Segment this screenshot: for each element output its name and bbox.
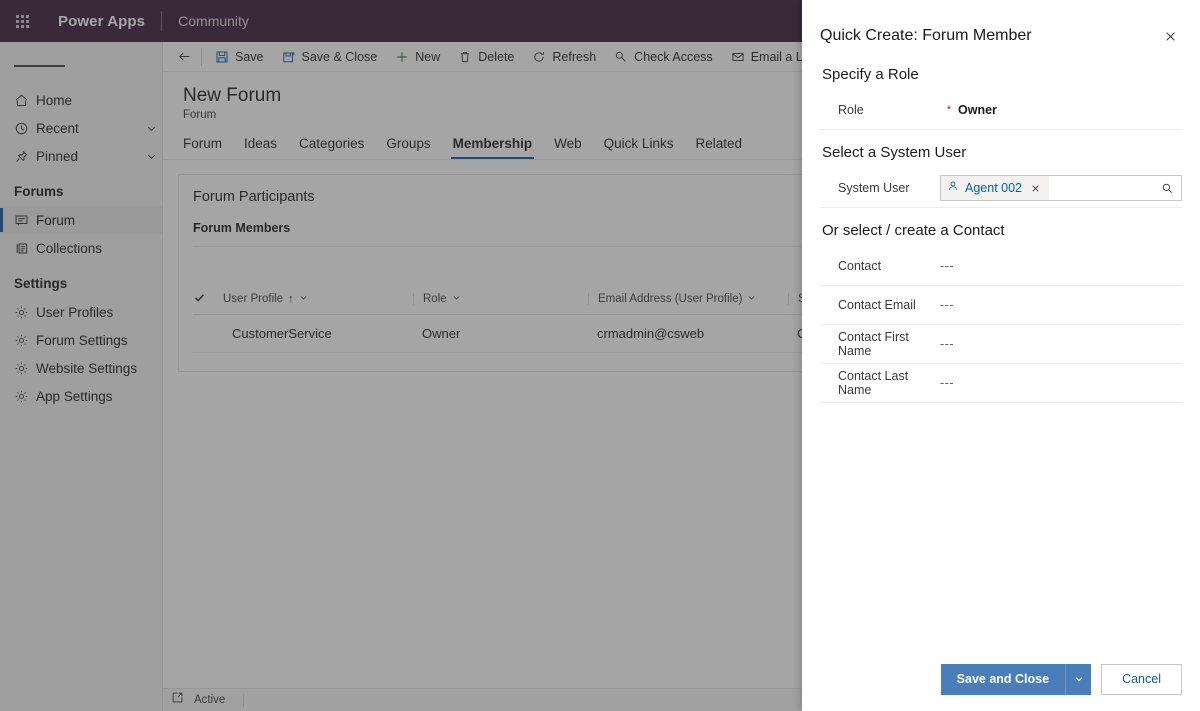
contact-last-name-value[interactable]: --- <box>940 376 954 390</box>
role-value[interactable]: Owner <box>958 103 997 117</box>
contact-last-name-field-row[interactable]: Contact Last Name --- <box>820 364 1182 403</box>
panel-title: Quick Create: Forum Member <box>820 27 1032 44</box>
contact-first-name-field-row[interactable]: Contact First Name --- <box>820 325 1182 364</box>
section-select-a-system-user: Select a System User <box>822 144 967 161</box>
role-label: Role <box>838 103 864 117</box>
role-field-row[interactable]: Role * Owner <box>820 91 1182 130</box>
close-icon[interactable] <box>1028 184 1042 193</box>
chevron-down-icon[interactable] <box>1065 663 1092 695</box>
save-and-close-button[interactable]: Save and Close <box>940 663 1066 695</box>
person-icon <box>947 179 959 197</box>
contact-label: Contact <box>838 259 882 273</box>
cancel-button[interactable]: Cancel <box>1101 663 1182 695</box>
contact-last-name-label: Contact Last Name <box>838 369 909 397</box>
save-and-close-split-button[interactable]: Save and Close <box>940 663 1092 695</box>
app-root: Power Apps Community Home Recent Pinned … <box>0 0 1200 711</box>
lookup-token-text: Agent 002 <box>965 181 1022 195</box>
contact-email-label: Contact Email <box>838 298 916 312</box>
lookup-token[interactable]: Agent 002 <box>941 176 1049 200</box>
section-or-select-create-contact: Or select / create a Contact <box>822 222 1005 239</box>
system-user-lookup-input[interactable]: Agent 002 <box>940 175 1182 201</box>
contact-field-row[interactable]: Contact --- <box>820 247 1182 286</box>
modal-overlay[interactable] <box>0 0 802 711</box>
system-user-field-row[interactable]: System User Agent 002 <box>820 169 1182 208</box>
contact-value[interactable]: --- <box>940 259 954 273</box>
system-user-label: System User <box>838 181 910 195</box>
required-asterisk: * <box>946 103 952 116</box>
section-specify-a-role: Specify a Role <box>822 66 919 83</box>
contact-email-field-row[interactable]: Contact Email --- <box>820 286 1182 325</box>
panel-header: Quick Create: Forum Member <box>802 0 1200 52</box>
contact-first-name-value[interactable]: --- <box>940 337 954 351</box>
close-icon[interactable] <box>1156 22 1184 50</box>
panel-footer: Save and Close Cancel <box>802 655 1200 711</box>
contact-first-name-label: Contact First Name <box>838 330 909 358</box>
panel-body: Specify a Role Role * Owner Select a Sys… <box>802 52 1200 655</box>
contact-email-value[interactable]: --- <box>940 298 954 312</box>
search-icon[interactable] <box>1153 182 1181 195</box>
quick-create-panel: Quick Create: Forum Member Specify a Rol… <box>802 0 1200 711</box>
